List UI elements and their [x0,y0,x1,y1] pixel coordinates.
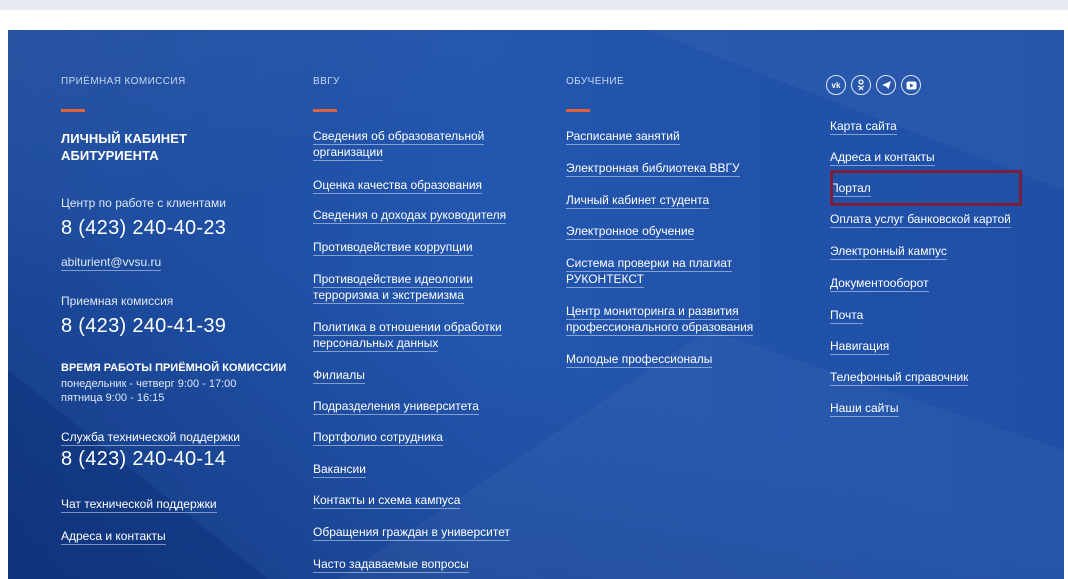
vvgu-link-faq[interactable]: Часто задаваемые вопросы [313,557,469,573]
svc-link-our-sites[interactable]: Наши сайты [830,401,899,417]
client-center-label: Центр по работе с клиентами [61,196,226,210]
education-heading: ОБУЧЕНИЕ [566,76,625,87]
svc-link-mail[interactable]: Почта [830,308,864,324]
edu-link-library[interactable]: Электронная библиотека ВВГУ [566,161,740,177]
vvgu-link-antiterror-cont[interactable]: терроризма и экстремизма [313,288,464,304]
commission-label: Приемная комиссия [61,294,174,308]
vvgu-link-education-info[interactable]: Сведения об образовательной [313,129,485,145]
site-footer: ПРИЁМНАЯ КОМИССИЯ ЛИЧНЫЙ КАБИНЕТ АБИТУРИ… [8,30,1064,579]
hours-title: ВРЕМЯ РАБОТЫ ПРИЁМНОЙ КОМИССИИ [61,362,287,374]
vk-icon-text: vk [832,81,841,89]
edu-link-plagiarism[interactable]: Система проверки на плагиат [566,256,733,272]
vvgu-link-antiterror[interactable]: Противодействие идеологии [313,272,473,288]
education-column: ОБУЧЕНИЕ [566,75,806,112]
svc-link-addresses[interactable]: Адреса и контакты [830,150,935,166]
applicant-cabinet-line2: АБИТУРИЕНТА [61,148,159,163]
vvgu-link-vacancies[interactable]: Вакансии [313,462,366,478]
edu-link-student-cabinet[interactable]: Личный кабинет студента [566,193,710,209]
admission-addresses-link[interactable]: Адреса и контакты [61,529,166,545]
vvgu-link-branches[interactable]: Филиалы [313,368,365,384]
commission-phone: 8 (423) 240-41-39 [61,315,227,337]
vvgu-accent-bar [313,109,337,112]
svc-link-phone-directory[interactable]: Телефонный справочник [830,370,969,386]
vvgu-link-privacy-policy[interactable]: Политика в отношении обработки [313,320,502,336]
vvgu-link-portfolio[interactable]: Портфолио сотрудника [313,430,443,446]
applicant-cabinet-link[interactable]: ЛИЧНЫЙ КАБИНЕТ АБИТУРИЕНТА [61,130,187,164]
edu-link-e-learning[interactable]: Электронное обучение [566,224,695,240]
social-icons: vk [826,75,921,95]
hours-line-friday: пятница 9:00 - 16:15 [61,392,165,404]
telegram-icon[interactable] [876,75,896,95]
admission-email-link[interactable]: abiturient@vvsu.ru [61,255,162,271]
edu-link-schedule[interactable]: Расписание занятий [566,129,680,145]
vvgu-link-quality[interactable]: Оценка качества образования [313,178,483,194]
edu-link-monitoring[interactable]: Центр мониторинга и развития [566,304,739,320]
vvgu-link-privacy-policy-cont[interactable]: персональных данных [313,336,439,352]
tech-chat-link[interactable]: Чат технической поддержки [61,497,217,513]
vvgu-link-education-info-cont[interactable]: организации [313,145,383,161]
admission-column: ПРИЁМНАЯ КОМИССИЯ [61,75,321,112]
rutube-icon[interactable] [901,75,921,95]
vvgu-link-anticorruption[interactable]: Противодействие коррупции [313,240,473,256]
svc-link-document-flow[interactable]: Документооборот [830,276,929,292]
edu-link-young-professionals[interactable]: Молодые профессионалы [566,352,713,368]
top-strip [0,0,1068,10]
client-center-phone: 8 (423) 240-40-23 [61,217,227,239]
vvgu-heading: ВВГУ [313,76,340,87]
vvgu-column: ВВГУ [313,75,573,112]
vvgu-link-departments[interactable]: Подразделения университета [313,399,479,415]
tech-support-phone: 8 (423) 240-40-14 [61,448,227,470]
edu-link-plagiarism-cont[interactable]: РУКОНТЕКСТ [566,272,645,288]
svc-link-sitemap[interactable]: Карта сайта [830,119,897,135]
svc-link-navigation[interactable]: Навигация [830,339,890,355]
tech-support-link[interactable]: Служба технической поддержки [61,430,240,446]
vvgu-link-citizen-appeals[interactable]: Обращения граждан в университет [313,525,510,541]
svc-link-card-payment[interactable]: Оплата услуг банковской картой [830,212,1011,228]
vvgu-link-income[interactable]: Сведения о доходах руководителя [313,208,507,224]
edu-link-monitoring-cont[interactable]: профессионального образования [566,320,754,336]
svc-link-e-campus[interactable]: Электронный кампус [830,244,947,260]
education-accent-bar [566,109,590,112]
hours-line-weekdays: понедельник - четверг 9:00 - 17:00 [61,378,237,390]
vk-icon[interactable]: vk [826,75,846,95]
vvgu-link-campus-contacts[interactable]: Контакты и схема кампуса [313,493,461,509]
odnoklassniki-icon[interactable] [851,75,871,95]
admission-accent-bar [61,109,85,112]
admission-heading: ПРИЁМНАЯ КОМИССИЯ [61,76,186,87]
svc-link-portal[interactable]: Портал [830,181,871,197]
applicant-cabinet-line1: ЛИЧНЫЙ КАБИНЕТ [61,131,188,146]
